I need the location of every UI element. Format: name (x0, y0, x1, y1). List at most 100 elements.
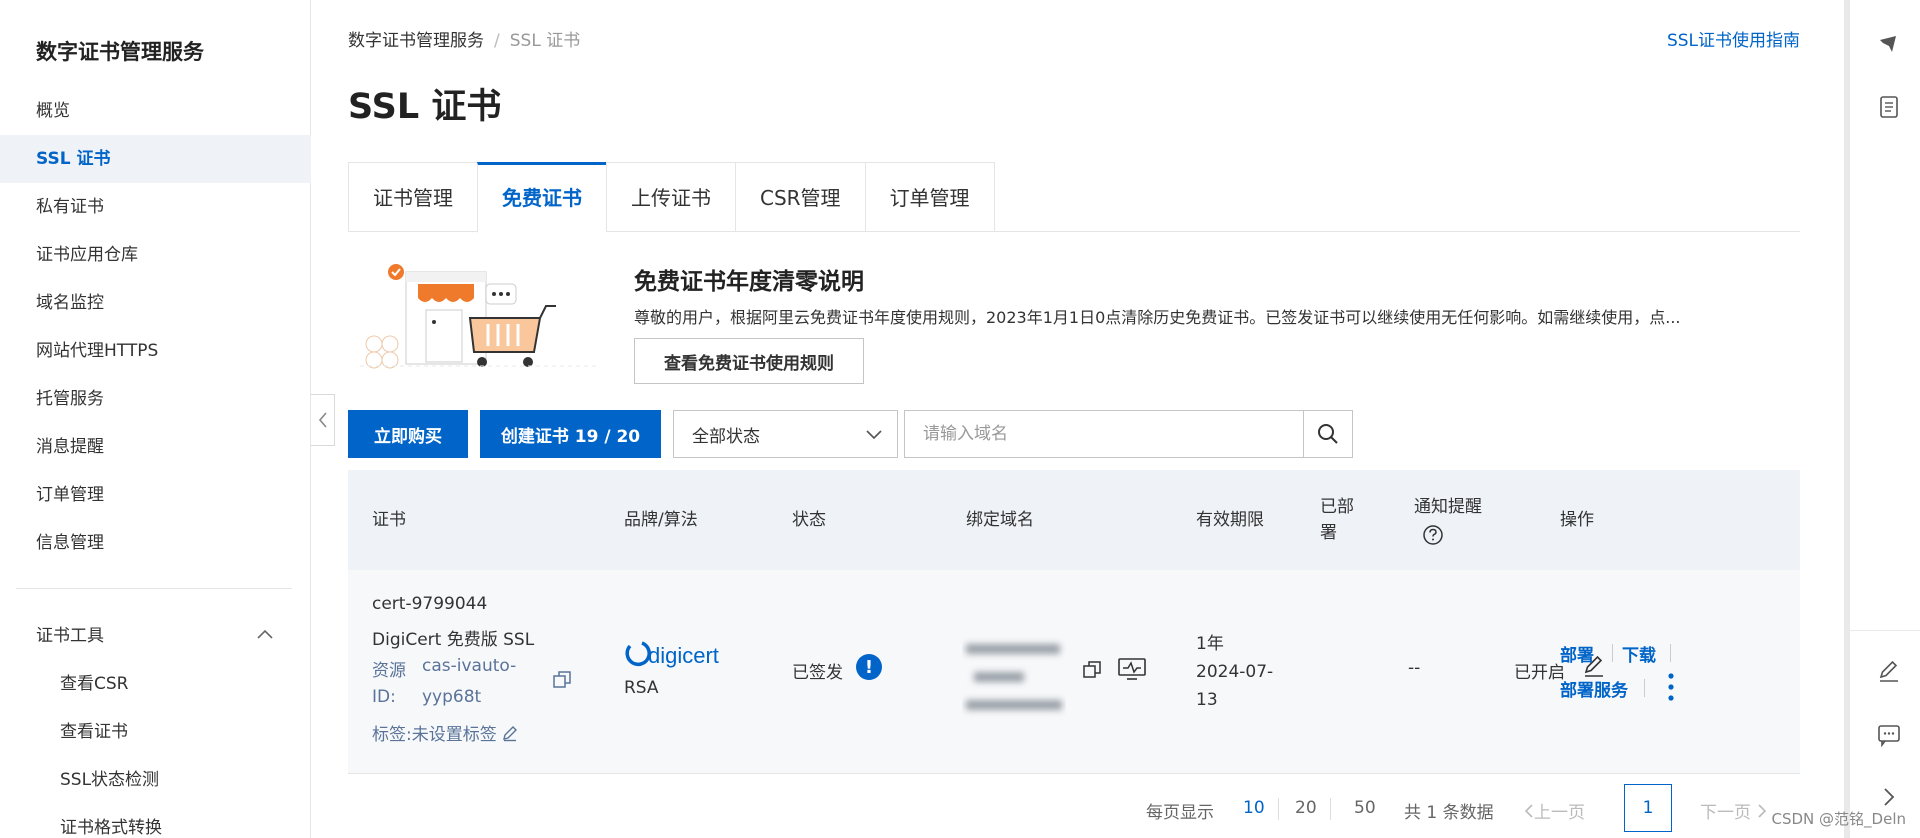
monitor-icon[interactable] (1118, 658, 1146, 680)
cert-algorithm: RSA (624, 678, 659, 698)
watermark: CSDN @范铭_Deln (1771, 810, 1907, 828)
col-header-deployed-line1: 已部 (1320, 496, 1354, 517)
col-header-notify: 通知提醒 (1414, 470, 1482, 570)
tab-bar: 证书管理 免费证书 上传证书 CSR管理 订单管理 (348, 162, 1800, 233)
sidebar-item-https-proxy[interactable]: 网站代理HTTPS (0, 327, 311, 375)
resource-id-part1: cas-ivauto- (422, 656, 517, 676)
shopping-cart-illustration (360, 264, 600, 369)
sidebar-item-message-alert[interactable]: 消息提醒 (0, 423, 311, 471)
copy-domain-icon[interactable] (1082, 660, 1102, 680)
sidebar-item-private-cert[interactable]: 私有证书 (0, 183, 311, 231)
domain-search-input[interactable] (904, 410, 1304, 458)
megaphone-icon[interactable] (1876, 32, 1902, 58)
tab-free-cert[interactable]: 免费证书 (477, 162, 606, 233)
search-button[interactable] (1303, 410, 1353, 458)
page-size-20[interactable]: 20 (1295, 798, 1317, 818)
chevron-up-icon[interactable] (256, 626, 274, 644)
col-header-brand: 品牌/算法 (624, 509, 698, 530)
chevron-right-icon (1758, 803, 1767, 818)
resource-label-id: ID: (372, 687, 396, 707)
chevron-left-icon (318, 412, 327, 428)
buy-now-button[interactable]: 立即购买 (348, 410, 468, 458)
digicert-logo: digicert (624, 638, 746, 672)
blurred-domain (966, 644, 1062, 710)
notify-status: 已开启 (1514, 663, 1565, 683)
sidebar-item-domain-monitor[interactable]: 域名监控 (0, 279, 311, 327)
chevron-left-icon (1524, 803, 1533, 818)
prev-page-button[interactable]: 上一页 (1524, 798, 1585, 823)
validity-period: 1年 2024-07- 13 (1196, 630, 1273, 714)
resource-id-part2: yyp68t (422, 687, 482, 707)
table-header: 证书 品牌/算法 状态 绑定域名 有效期限 已部 署 通知提醒 操作 (348, 470, 1800, 570)
tab-order-management[interactable]: 订单管理 (864, 162, 995, 232)
digicert-logo-mark: digicert (625, 641, 719, 668)
page-title: SSL 证书 (348, 87, 502, 127)
sidebar-item-overview[interactable]: 概览 (0, 87, 311, 135)
op-separator (1644, 679, 1645, 697)
download-link[interactable]: 下载 (1622, 641, 1656, 666)
status-text: 已签发 (792, 663, 843, 683)
validity-date-part1: 2024-07- (1196, 662, 1274, 682)
sidebar-item-info-mgmt[interactable]: 信息管理 (0, 519, 311, 567)
breadcrumb: 数字证书管理服务 / SSL 证书 (348, 26, 580, 51)
col-header-validity: 有效期限 (1196, 509, 1264, 530)
validity-duration: 1年 (1196, 634, 1224, 654)
search-icon (1318, 424, 1338, 444)
op-separator (1670, 644, 1671, 662)
validity-date-part2: 13 (1196, 690, 1218, 710)
brand-name: digicert (648, 643, 719, 668)
more-vertical-icon[interactable] (1666, 672, 1676, 702)
prev-page-label: 上一页 (1534, 803, 1585, 823)
view-free-cert-rules-button[interactable]: 查看免费证书使用规则 (634, 338, 864, 384)
page-size-50[interactable]: 50 (1354, 798, 1376, 818)
feedback-edit-icon[interactable] (1876, 658, 1902, 684)
sidebar-collapse-button[interactable] (311, 394, 335, 446)
col-header-ops: 操作 (1560, 509, 1594, 530)
per-page-label: 每页显示 (1146, 803, 1214, 823)
sidebar-item-order-mgmt[interactable]: 订单管理 (0, 471, 311, 519)
sidebar-item-ssl-check[interactable]: SSL状态检测 (0, 756, 311, 804)
sidebar-item-view-cert[interactable]: 查看证书 (0, 708, 311, 756)
op-separator (1612, 644, 1613, 662)
sidebar-item-ssl-cert[interactable]: SSL 证书 (0, 135, 311, 183)
sidebar-item-cert-convert[interactable]: 证书格式转换 (0, 804, 311, 838)
sidebar-item-view-csr[interactable]: 查看CSR (0, 660, 311, 708)
deploy-link[interactable]: 部署 (1560, 641, 1594, 666)
document-icon[interactable] (1876, 94, 1902, 120)
pagination: 每页显示 10 20 50 共 1 条数据 上一页 1 下一页 (348, 784, 1800, 832)
sidebar-item-cert-repo[interactable]: 证书应用仓库 (0, 231, 311, 279)
status-filter-select[interactable]: 全部状态 (673, 410, 898, 458)
sidebar-divider (16, 588, 292, 589)
col-header-notify-label: 通知提醒 (1414, 496, 1482, 517)
ssl-guide-link[interactable]: SSL证书使用指南 (1667, 26, 1800, 51)
edit-icon[interactable] (501, 724, 519, 742)
tab-upload-cert[interactable]: 上传证书 (606, 162, 735, 232)
pager-separator (1278, 798, 1279, 820)
create-cert-button[interactable]: 创建证书 19 / 20 (480, 410, 661, 458)
next-page-button[interactable]: 下一页 (1700, 798, 1767, 823)
right-rail (1844, 0, 1920, 838)
chevron-down-icon (866, 430, 882, 440)
deploy-service-link[interactable]: 部署服务 (1560, 676, 1628, 701)
question-circle-icon[interactable] (1422, 524, 1444, 546)
cert-tag[interactable]: 标签:未设置标签 (372, 720, 519, 745)
info-icon[interactable]: ! (856, 654, 882, 680)
notice-title: 免费证书年度清零说明 (634, 269, 864, 295)
sidebar: 数字证书管理服务 概览 SSL 证书 私有证书 证书应用仓库 域名监控 网站代理… (0, 0, 311, 838)
breadcrumb-item-service[interactable]: 数字证书管理服务 (348, 31, 484, 51)
chevron-right-icon[interactable] (1876, 784, 1902, 810)
cert-name: DigiCert 免费版 SSL (372, 630, 535, 650)
deployed-value: -- (1408, 658, 1421, 678)
tab-csr-management[interactable]: CSR管理 (735, 162, 865, 232)
sidebar-item-managed-service[interactable]: 托管服务 (0, 375, 311, 423)
pager-separator (1330, 798, 1331, 820)
col-header-cert: 证书 (372, 509, 406, 530)
copy-icon[interactable] (552, 670, 572, 690)
page-size-10[interactable]: 10 (1243, 798, 1265, 818)
col-header-domain: 绑定域名 (966, 509, 1034, 530)
col-header-deployed: 已部 署 (1320, 470, 1354, 570)
chat-icon[interactable] (1876, 722, 1902, 748)
tab-cert-management[interactable]: 证书管理 (348, 162, 477, 232)
current-page[interactable]: 1 (1624, 784, 1672, 832)
status-filter-value: 全部状态 (692, 426, 760, 447)
